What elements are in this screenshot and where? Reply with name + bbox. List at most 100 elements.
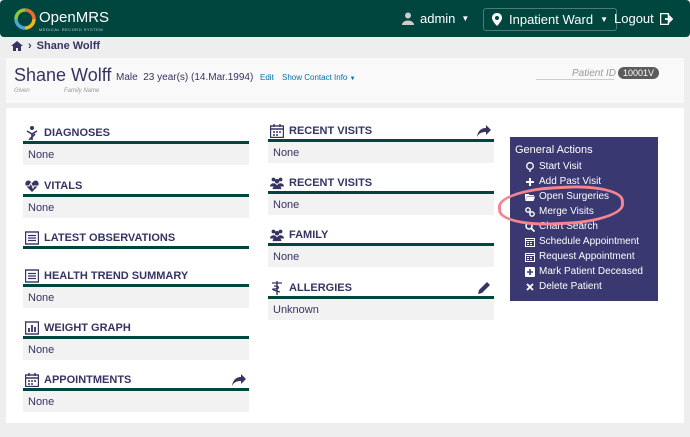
appointments-widget: APPOINTMENTS None [23, 372, 249, 412]
patient-id-divider [536, 79, 614, 80]
diagnoses-header: DIAGNOSES [23, 125, 249, 141]
recent-visits-group-header: RECENT VISITS [268, 175, 494, 191]
schedule-appointment-label: Schedule Appointment [539, 236, 640, 247]
delete-patient-action[interactable]: Delete Patient [515, 279, 653, 294]
location-menu[interactable]: Inpatient Ward ▼ [483, 8, 617, 31]
logout-label: Logout [614, 11, 654, 26]
diagnoses-widget: DIAGNOSES None [23, 125, 249, 165]
bar-chart-icon [25, 321, 39, 335]
x-icon [526, 282, 534, 291]
patient-name: Shane Wolff [14, 65, 112, 85]
map-marker-icon [492, 13, 502, 26]
diagnoses-title: DIAGNOSES [44, 127, 111, 139]
pencil-icon[interactable] [477, 281, 491, 295]
start-visit-action[interactable]: Start Visit [515, 159, 653, 174]
patient-id-label: Patient ID [572, 68, 616, 79]
calendar-icon [25, 373, 39, 387]
family-widget: FAMILY None [268, 227, 494, 267]
health-trend-title: HEALTH TREND SUMMARY [44, 270, 189, 282]
latest-observations-widget: LATEST OBSERVATIONS [23, 230, 249, 249]
logout-link[interactable]: Logout [614, 11, 673, 26]
heartbeat-icon [25, 180, 39, 192]
appointments-header: APPOINTMENTS [23, 372, 249, 388]
health-trend-widget: HEALTH TREND SUMMARY None [23, 268, 249, 308]
recent-visits-group-value: None [268, 194, 494, 215]
family-value: None [268, 246, 494, 267]
recent-visits-value: None [268, 142, 494, 163]
recent-visits-title: RECENT VISITS [289, 125, 373, 137]
user-name: admin [420, 11, 456, 26]
sign-out-icon [659, 12, 673, 25]
caret-down-icon: ▼ [349, 76, 356, 82]
user-icon [402, 12, 414, 25]
allergies-title: ALLERGIES [289, 282, 352, 294]
medical-caduceus-icon [272, 281, 282, 295]
list-alt-icon [25, 269, 39, 283]
weight-graph-value: None [23, 339, 249, 360]
schedule-appointment-action[interactable]: Schedule Appointment [515, 234, 653, 249]
family-header: FAMILY [268, 227, 494, 243]
location-pin-icon [526, 161, 534, 172]
mark-patient-deceased-label: Mark Patient Deceased [539, 266, 643, 277]
breadcrumb-separator: › [28, 40, 32, 52]
weight-graph-header: WEIGHT GRAPH [23, 320, 249, 336]
health-trend-value: None [23, 287, 249, 308]
allergies-widget: ALLERGIES Unknown [268, 280, 494, 320]
allergies-value: Unknown [268, 299, 494, 320]
recent-visits-group-title: RECENT VISITS [289, 177, 373, 189]
weight-graph-title: WEIGHT GRAPH [44, 322, 131, 334]
request-appointment-label: Request Appointment [539, 251, 635, 262]
appointments-value: None [23, 391, 249, 412]
openmrs-logo-icon[interactable] [14, 8, 36, 30]
calendar-icon [525, 252, 535, 262]
plus-square-icon [525, 266, 535, 277]
family-name-label: Family Name [64, 88, 100, 94]
latest-observations-header: LATEST OBSERVATIONS [23, 230, 249, 246]
users-icon [270, 229, 284, 242]
health-trend-header: HEALTH TREND SUMMARY [23, 268, 249, 284]
stethoscope-icon [26, 126, 38, 140]
allergies-header: ALLERGIES [268, 280, 494, 296]
start-visit-label: Start Visit [539, 161, 582, 172]
logo-subtitle: MEDICAL RECORD SYSTEM [39, 27, 104, 32]
users-icon [270, 177, 284, 190]
share-arrow-icon[interactable] [232, 373, 246, 387]
widget-divider [23, 246, 249, 249]
given-name-label: Given [14, 88, 30, 94]
recent-visits-header: RECENT VISITS [268, 123, 494, 139]
plus-icon [526, 177, 534, 186]
calendar-icon [270, 124, 284, 138]
patient-id-badge: 10001V [618, 67, 660, 79]
edit-patient-link[interactable]: Edit [260, 73, 274, 82]
family-title: FAMILY [289, 229, 329, 241]
show-contact-info-label: Show Contact Info [282, 73, 348, 82]
calendar-icon [525, 237, 535, 247]
appointments-title: APPOINTMENTS [44, 374, 132, 386]
vitals-widget: VITALS None [23, 178, 249, 218]
recent-visits-group-widget: RECENT VISITS None [268, 175, 494, 215]
breadcrumb-patient[interactable]: Shane Wolff [37, 40, 100, 52]
chevron-down-icon: ▼ [600, 15, 608, 24]
top-navbar: OpenMRS MEDICAL RECORD SYSTEM admin ▼ In… [0, 0, 690, 37]
breadcrumb: › Shane Wolff [11, 40, 100, 52]
vitals-value: None [23, 197, 249, 218]
recent-visits-widget: RECENT VISITS None [268, 123, 494, 163]
latest-observations-title: LATEST OBSERVATIONS [44, 232, 176, 244]
chevron-down-icon: ▼ [461, 14, 470, 23]
home-icon[interactable] [11, 41, 23, 51]
mark-patient-deceased-action[interactable]: Mark Patient Deceased [515, 264, 653, 279]
patient-gender-age: Male 23 year(s) (14.Mar.1994) [116, 72, 254, 83]
vitals-title: VITALS [44, 180, 83, 192]
share-arrow-icon[interactable] [477, 124, 491, 138]
location-name: Inpatient Ward [509, 12, 594, 27]
delete-patient-label: Delete Patient [539, 281, 602, 292]
vitals-header: VITALS [23, 178, 249, 194]
patient-header: Shane Wolff Given Family Name Male 23 ye… [6, 58, 684, 103]
user-menu[interactable]: admin ▼ [402, 11, 469, 26]
diagnoses-value: None [23, 144, 249, 165]
weight-graph-widget: WEIGHT GRAPH None [23, 320, 249, 360]
list-alt-icon [25, 231, 39, 245]
logo-text[interactable]: OpenMRS [39, 9, 109, 26]
request-appointment-action[interactable]: Request Appointment [515, 249, 653, 264]
show-contact-info-link[interactable]: Show Contact Info ▼ [282, 73, 356, 82]
